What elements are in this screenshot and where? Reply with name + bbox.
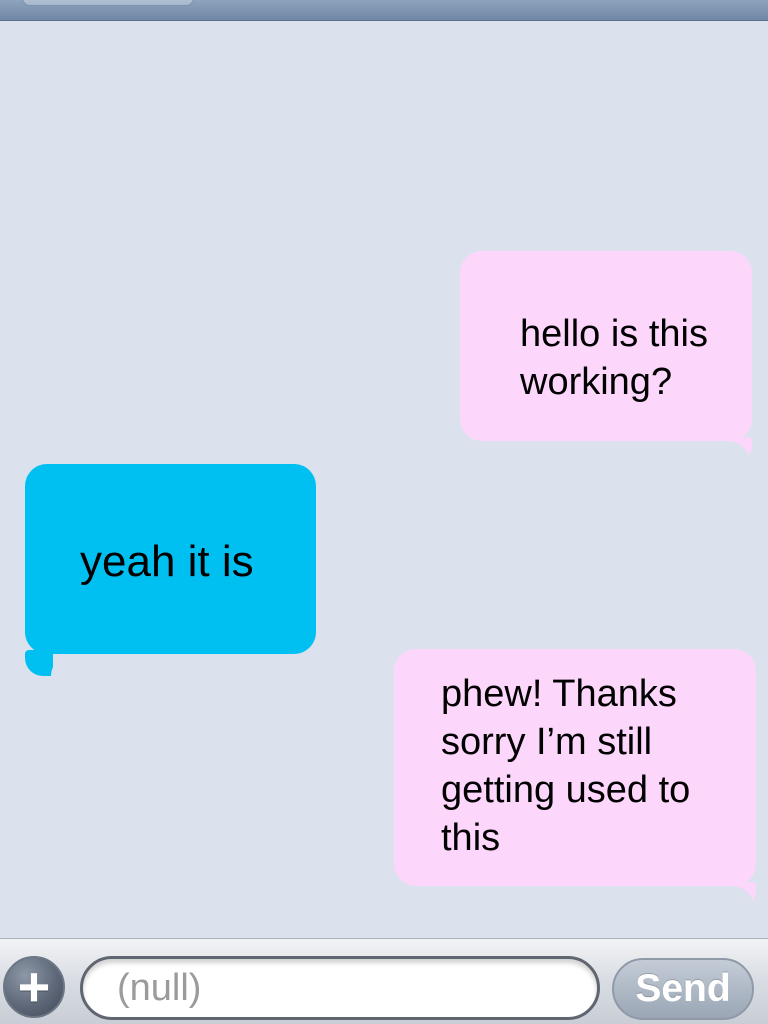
message-text: phew! Thanks sorry I’m still getting use…: [441, 673, 691, 859]
message-thread: hello is this working? yeah it is phew! …: [0, 21, 768, 938]
send-button[interactable]: Send: [612, 958, 754, 1020]
message-text: hello is this working?: [520, 313, 708, 403]
bubble-tail: [710, 882, 756, 908]
message-bubble-incoming: yeah it is: [25, 464, 316, 676]
message-text: yeah it is: [80, 537, 254, 586]
send-button-label: Send: [635, 967, 731, 1010]
top-navigation-bar: [0, 0, 768, 21]
message-composer-bar: + (null) Send: [0, 938, 768, 1024]
bubble-tail: [25, 650, 95, 676]
message-bubble-outgoing: hello is this working?: [460, 251, 752, 463]
add-attachment-button[interactable]: +: [3, 956, 65, 1018]
plus-icon: +: [17, 955, 51, 1018]
message-input[interactable]: (null): [80, 956, 600, 1020]
message-input-placeholder: (null): [117, 966, 202, 1009]
bubble-tail: [706, 437, 752, 463]
top-button[interactable]: [22, 0, 194, 6]
message-bubble-outgoing: phew! Thanks sorry I’m still getting use…: [394, 649, 756, 908]
